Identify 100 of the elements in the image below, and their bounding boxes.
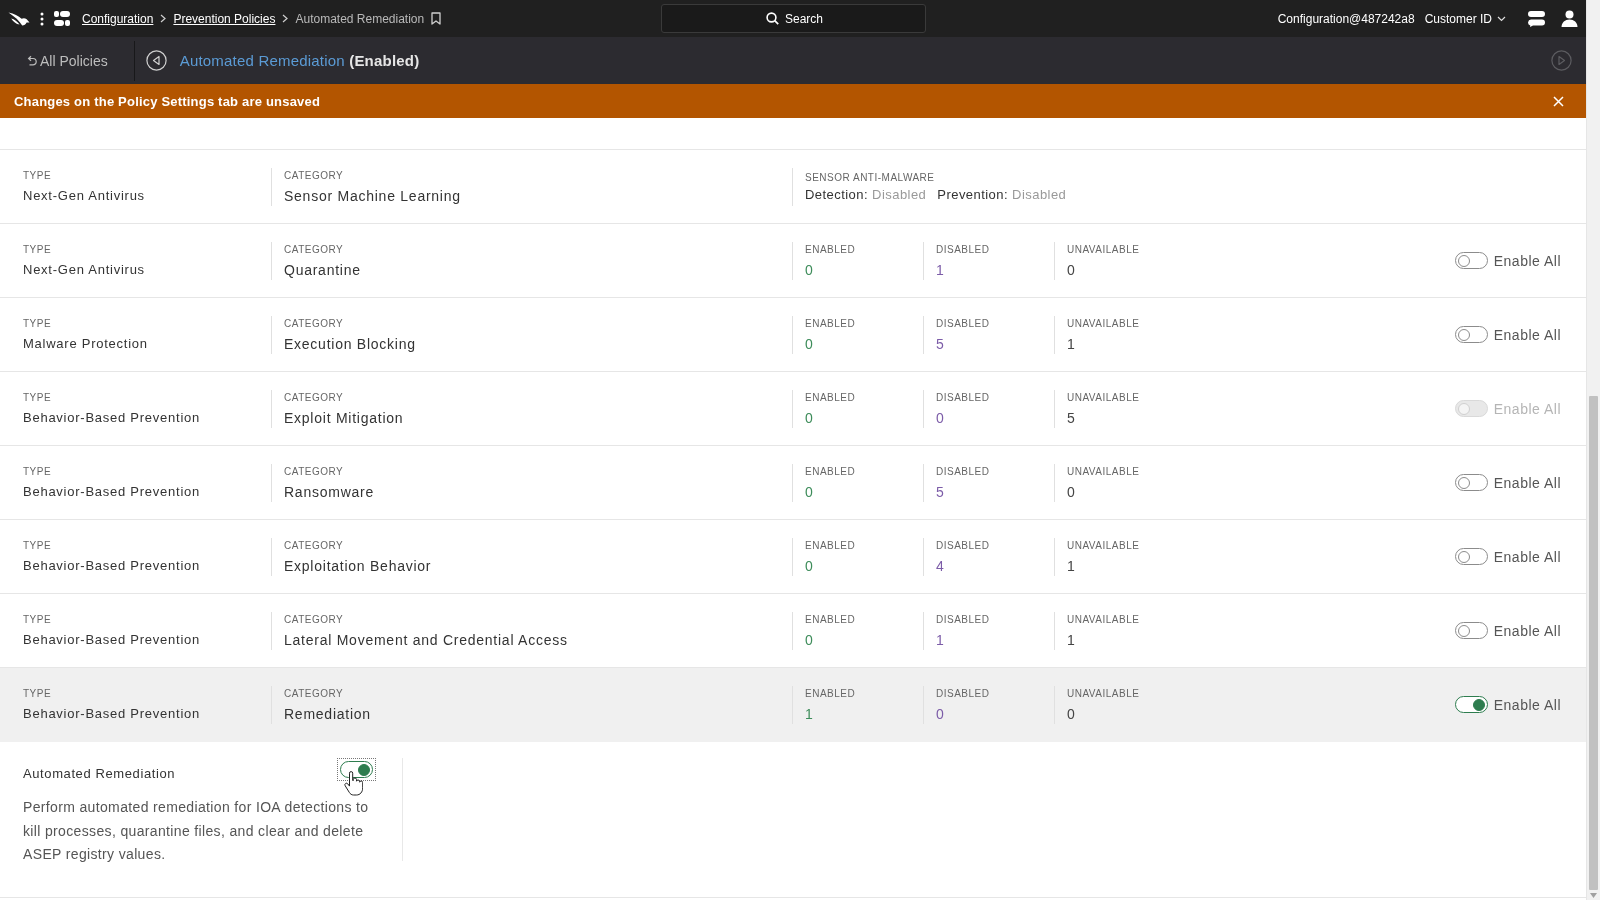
hand-cursor-icon (344, 771, 363, 796)
type-value: Behavior-Based Prevention (23, 484, 201, 499)
category-value: Remediation (284, 705, 372, 722)
count-value: 1 (936, 631, 945, 648)
field-label: TYPE (23, 614, 53, 626)
category-value: Execution Blocking (284, 335, 417, 352)
field-label: CATEGORY (284, 687, 345, 700)
count-value: 1 (936, 261, 945, 278)
count-value: 5 (936, 483, 945, 500)
bookmark-icon[interactable] (431, 12, 442, 25)
breadcrumb-current: Automated Remediation (295, 11, 425, 26)
field-label: CATEGORY (284, 243, 345, 256)
setting-description: Perform automated remediation for IOA detections to kill processes, quarantine files, and clear and delete ASEP registry values. (23, 798, 370, 864)
scrollbar-thumb[interactable] (1589, 396, 1598, 890)
field-label: DISABLED (936, 613, 991, 626)
status-text: Prevention: Disabled (937, 186, 1067, 202)
count-value: 0 (805, 261, 814, 278)
category-value: Exploit Mitigation (284, 409, 405, 426)
type-value: Behavior-Based Prevention (23, 706, 201, 721)
toggle-switch[interactable] (1454, 548, 1488, 565)
search-field[interactable]: Search (660, 4, 926, 33)
field-label: TYPE (23, 540, 53, 552)
type-value: Next-Gen Antivirus (23, 188, 146, 203)
field-label: UNAVAILABLE (1067, 243, 1141, 256)
field-label: ENABLED (805, 391, 857, 404)
close-icon[interactable] (1553, 95, 1564, 107)
scrollbar[interactable] (1586, 0, 1600, 900)
field-label: CATEGORY (284, 539, 345, 552)
field-label: DISABLED (936, 243, 991, 256)
field-label: ENABLED (805, 613, 857, 626)
field-label: ENABLED (805, 539, 857, 552)
vertical-dots-icon[interactable] (40, 11, 44, 26)
customer-id-menu[interactable]: Customer ID (1424, 11, 1506, 26)
count-value: 0 (936, 409, 945, 426)
count-value: 0 (1067, 705, 1076, 722)
field-label: ENABLED (805, 687, 857, 700)
count-value: 0 (1067, 483, 1076, 500)
count-value: 0 (805, 335, 814, 352)
type-value: Malware Protection (23, 336, 149, 351)
toggle-switch[interactable] (1454, 252, 1488, 269)
field-label: DISABLED (936, 687, 991, 700)
count-value: 0 (805, 631, 814, 648)
toggle-label: Enable All (1493, 326, 1561, 343)
category-row[interactable]: TYPE Behavior-Based Prevention CATEGORY Remediation ENABLED 1 DISABLED 0 UNAVAILABLE 0 Enable All (0, 668, 1586, 742)
field-label: TYPE (23, 244, 53, 256)
count-value: 0 (936, 705, 945, 722)
all-policies-button[interactable]: All Policies (26, 52, 108, 69)
count-value: 5 (1067, 409, 1076, 426)
chevron-right-icon (160, 14, 167, 23)
banner-message: Changes on the Policy Settings tab are unsaved (14, 93, 321, 109)
field-label: DISABLED (936, 391, 991, 404)
type-value: Behavior-Based Prevention (23, 632, 201, 647)
field-label: UNAVAILABLE (1067, 465, 1141, 478)
type-value: Next-Gen Antivirus (23, 262, 146, 277)
search-icon (765, 12, 779, 25)
toggle-label: Enable All (1493, 474, 1561, 491)
toggle-switch[interactable] (1454, 326, 1488, 343)
field-label: ENABLED (805, 465, 857, 478)
count-value: 1 (1067, 335, 1076, 352)
field-label: DISABLED (936, 317, 991, 330)
toggle-label: Enable All (1493, 548, 1561, 565)
toggle-label: Enable All (1493, 696, 1561, 713)
count-value: 1 (805, 705, 814, 722)
field-label: DISABLED (936, 539, 991, 552)
toggle-switch[interactable] (1454, 696, 1488, 713)
chevron-right-icon (282, 14, 289, 23)
count-value: 1 (1067, 631, 1076, 648)
chevron-down-icon (1497, 15, 1506, 22)
field-label: UNAVAILABLE (1067, 391, 1141, 404)
field-label: TYPE (23, 318, 53, 330)
field-label: ENABLED (805, 243, 857, 256)
category-value: Ransomware (284, 483, 375, 500)
toggle-label: Enable All (1493, 252, 1561, 269)
field-label: CATEGORY (284, 613, 345, 626)
field-label: TYPE (23, 688, 53, 700)
category-value: Sensor Machine Learning (284, 187, 462, 204)
undo-icon (26, 54, 37, 67)
setting-title: Automated Remediation (23, 766, 176, 781)
breadcrumb-link[interactable]: Configuration (82, 11, 154, 26)
user-icon[interactable] (1561, 10, 1578, 27)
toggle-label: Enable All (1493, 400, 1561, 417)
category-value: Exploitation Behavior (284, 557, 433, 574)
field-label: CATEGORY (284, 465, 345, 478)
category-value: Lateral Movement and Credential Access (284, 631, 569, 648)
count-value: 4 (936, 557, 945, 574)
field-label: DISABLED (936, 465, 991, 478)
count-value: 0 (805, 557, 814, 574)
field-label: UNAVAILABLE (1067, 539, 1141, 552)
field-label: TYPE (23, 170, 53, 182)
policy-title: Automated Remediation (Enabled) (179, 52, 420, 69)
field-label: TYPE (23, 392, 53, 404)
breadcrumb-link[interactable]: Prevention Policies (173, 11, 276, 26)
field-label: UNAVAILABLE (1067, 613, 1141, 626)
toggle-switch[interactable] (1454, 474, 1488, 491)
count-value: 0 (805, 483, 814, 500)
stacked-bars-icon[interactable] (1528, 10, 1545, 27)
switches-icon[interactable] (54, 11, 70, 26)
field-label: ENABLED (805, 317, 857, 330)
type-value: Behavior-Based Prevention (23, 558, 201, 573)
toggle-switch[interactable] (1454, 622, 1488, 639)
